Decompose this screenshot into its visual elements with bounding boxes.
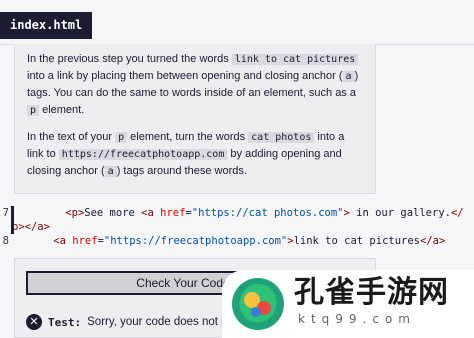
code-token-punc [40,207,65,219]
code-token-attr: href [72,235,98,247]
test-label: Test: [48,315,82,329]
code-token-tag: <a [141,207,154,219]
inline-code: cat photos [248,132,315,143]
code-token-val: "https://freecatphotoapp.com" [103,235,288,247]
peacock-logo-icon [232,278,284,330]
watermark-title: 孔雀手游网 [294,275,449,310]
instruction-text: In the text of your [27,131,116,143]
site-watermark: 孔雀手游网 ktq99.com [222,270,474,338]
inline-code: https://freecatphotoapp.com [58,149,228,160]
code-token-punc [28,235,53,247]
instruction-text: ) tags around these words. [116,165,247,177]
code-editor[interactable]: 7 <p>See more <a href="https://cat photo… [0,202,474,252]
line-number-7: 7 [2,207,9,219]
instruction-text: In the previous step you turned the word… [27,53,232,65]
instruction-text: element, turn the words [127,131,249,143]
inline-code: a [342,71,355,82]
code-token-punc: See more [84,207,142,219]
instructions-panel: In the previous step you turned the word… [14,44,376,194]
inline-code: link to cat pictures [231,54,359,65]
code-token-val: "https://cat photos.com" [191,207,344,219]
test-message: Sorry, your code does not pas [87,316,240,328]
code-line-7-wrap[interactable]: p></a> [12,220,50,234]
code-token-attr: href [160,207,186,219]
fail-x-icon: ✕ [26,314,42,330]
code-token-punc: link to cat pictures [293,235,420,247]
code-token-tag: <a [53,235,66,247]
code-token-tag: </a> [420,235,446,247]
instructions-paragraph-2: In the text of your p element, turn the … [27,129,363,180]
line-number-8: 8 [2,235,9,247]
code-line-8[interactable]: <a href="https://freecatphotoapp.com">li… [28,234,445,248]
code-line-7[interactable]: <p>See more <a href="https://cat photos.… [40,206,464,220]
code-token-tag: <p> [65,207,85,219]
code-token-punc: in our gallery. [349,207,451,219]
inline-code: p [27,105,40,116]
instructions-paragraph-1: In the previous step you turned the word… [27,51,363,119]
watermark-url: ktq99.com [298,312,416,326]
file-tab-index-html[interactable]: index.html [0,12,93,39]
editor-tab-bar: index.html [0,0,474,45]
instruction-text: into a link by placing them between open… [27,70,343,82]
inline-code: a [104,166,117,177]
inline-code: p [115,132,128,143]
instruction-text: element. [39,104,85,116]
code-token-tag: p></a> [12,221,50,233]
test-result: ✕ Test: Sorry, your code does not pas [26,313,240,331]
code-token-tag: </ [450,207,464,219]
